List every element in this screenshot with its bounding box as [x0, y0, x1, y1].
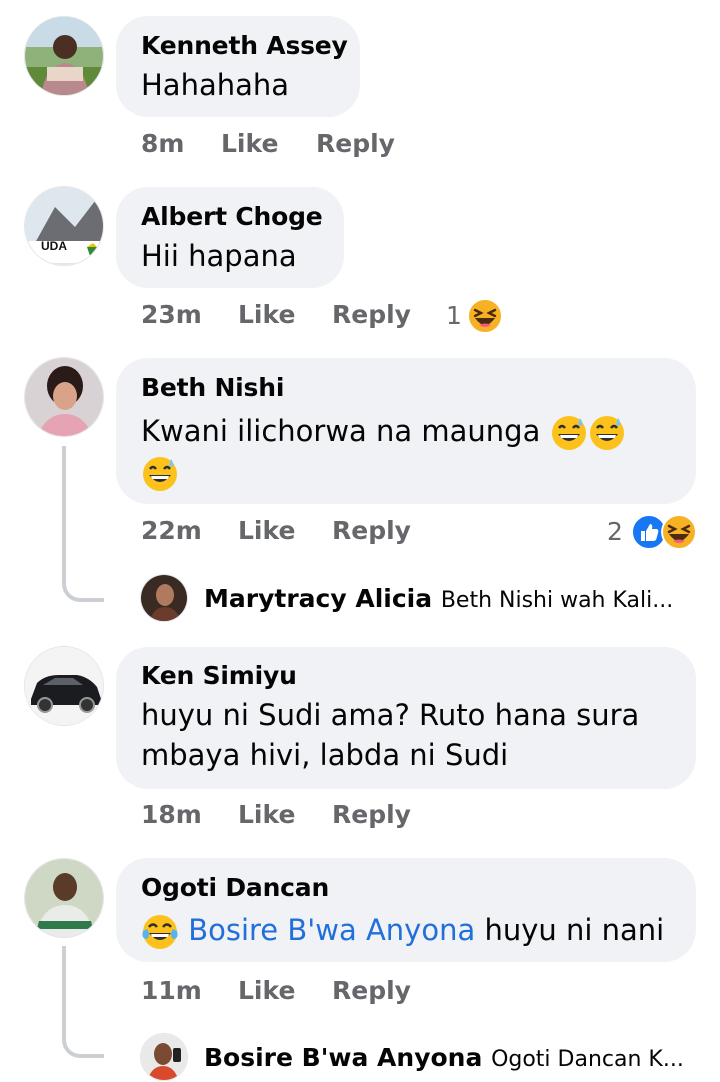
comment-text: Hii hapana [141, 239, 297, 273]
reaction-count[interactable]: 1 [446, 301, 462, 330]
comment-author[interactable]: Beth Nishi [141, 373, 284, 402]
reply-author[interactable]: Marytracy Alicia [204, 584, 432, 613]
comment-text-line: huyu ni Sudi ama? Ruto hana sura [141, 698, 640, 732]
laughing-squint-emoji[interactable] [661, 514, 697, 550]
tears-of-joy-emoji [142, 915, 178, 949]
comment-author[interactable]: Ogoti Dancan [141, 873, 329, 902]
grinning-sweat-emoji [551, 416, 586, 450]
mention-link[interactable]: Bosire B'wa Anyona [188, 913, 475, 947]
reply-preview-row[interactable]: Marytracy Alicia Beth Nishi wah Kali... [204, 584, 673, 613]
reaction-count[interactable]: 2 [607, 517, 623, 546]
grinning-sweat-emoji [143, 457, 177, 491]
comment-text: Bosire B'wa Anyona huyu ni nani [141, 913, 664, 951]
like-button[interactable]: Like [238, 516, 295, 545]
laughing-squint-emoji[interactable] [467, 298, 503, 334]
comment-text-line: Kwani ilichorwa na maunga [141, 414, 541, 448]
grinning-sweat-emoji [589, 416, 624, 450]
reply-button[interactable]: Reply [332, 976, 411, 1005]
reply-preview-text: Ogoti Dancan K... [491, 1047, 684, 1072]
comment-text: Hahahaha [141, 68, 290, 102]
like-button[interactable]: Like [221, 129, 278, 158]
avatar-beth-nishi[interactable] [24, 357, 104, 437]
avatar-ken-simiyu[interactable] [24, 646, 104, 726]
comment-text-rest: huyu ni nani [484, 913, 665, 947]
reply-preview-row[interactable]: Bosire B'wa Anyona Ogoti Dancan K... [204, 1043, 684, 1072]
comment-author[interactable]: Ken Simiyu [141, 661, 297, 690]
comment-timestamp[interactable]: 11m [141, 976, 202, 1005]
reply-preview-text: Beth Nishi wah Kali... [440, 588, 674, 613]
comment-author[interactable]: Albert Choge [141, 202, 323, 231]
like-button[interactable]: Like [238, 976, 295, 1005]
avatar-bosire-bwa-anyona[interactable] [140, 1033, 188, 1081]
uda-logo-text: UDA [41, 239, 67, 253]
like-button[interactable]: Like [238, 300, 295, 329]
reply-button[interactable]: Reply [332, 516, 411, 545]
avatar-kenneth-assey[interactable] [24, 16, 104, 96]
comment-timestamp[interactable]: 22m [141, 516, 202, 545]
comment-timestamp[interactable]: 8m [141, 129, 184, 158]
avatar-marytracy-alicia[interactable] [140, 574, 188, 622]
comment-timestamp[interactable]: 23m [141, 300, 202, 329]
comment-timestamp[interactable]: 18m [141, 800, 202, 829]
avatar-albert-choge[interactable]: UDA [24, 186, 104, 266]
reply-button[interactable]: Reply [316, 129, 395, 158]
reply-thread-line [62, 446, 104, 602]
reply-button[interactable]: Reply [332, 800, 411, 829]
comment-text: Kwani ilichorwa na maunga [141, 414, 626, 452]
reply-thread-line [62, 946, 104, 1058]
comment-author[interactable]: Kenneth Assey [141, 31, 348, 60]
reply-author[interactable]: Bosire B'wa Anyona [204, 1043, 482, 1072]
avatar-ogoti-dancan[interactable] [24, 858, 104, 938]
like-button[interactable]: Like [238, 800, 295, 829]
reply-button[interactable]: Reply [332, 300, 411, 329]
comment-text-line: mbaya hivi, labda ni Sudi [141, 738, 509, 772]
